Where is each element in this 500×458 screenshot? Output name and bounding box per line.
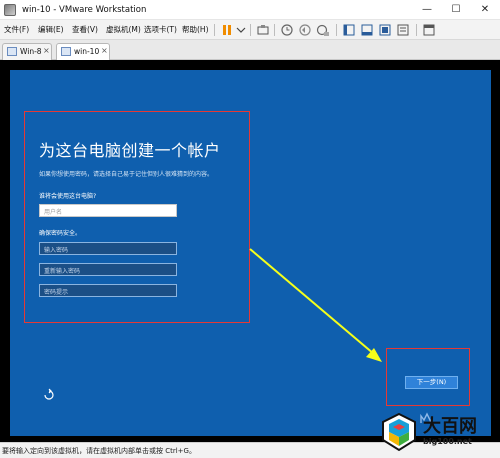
- maximize-button[interactable]: ☐: [441, 0, 471, 20]
- sidebar-icon[interactable]: [342, 23, 356, 37]
- tab-close-icon[interactable]: ×: [101, 46, 108, 55]
- toolbar-separator: [416, 24, 417, 36]
- watermark-logo-icon: [382, 412, 416, 452]
- vm-display-frame[interactable]: 为这台电脑创建一个帐户 如果你想使用密码，请选择自己易于记住但别人很难猜到的内容…: [0, 60, 500, 442]
- console-view-icon[interactable]: [422, 23, 436, 37]
- snapshot-icon[interactable]: [280, 23, 294, 37]
- vmware-app-icon: [4, 4, 16, 16]
- window-title: win-10 - VMware Workstation: [22, 5, 147, 15]
- next-button-highlight: 下一步(N): [386, 348, 470, 406]
- fullscreen-icon[interactable]: [378, 23, 392, 37]
- vm-icon: [61, 47, 71, 56]
- tab-label: Win-8: [20, 47, 42, 56]
- ease-of-access-icon[interactable]: [42, 388, 56, 402]
- toolbar-separator: [214, 24, 215, 36]
- revert-snapshot-icon[interactable]: [298, 23, 312, 37]
- vm-screen[interactable]: 为这台电脑创建一个帐户 如果你想使用密码，请选择自己易于记住但别人很难猜到的内容…: [10, 70, 491, 436]
- vm-icon: [7, 47, 17, 56]
- tab-bar: Win-8 × win-10 ×: [0, 40, 500, 60]
- watermark-url: big100.net: [423, 437, 472, 446]
- menu-vm[interactable]: 虚拟机(M): [106, 24, 141, 35]
- toolbar-separator: [274, 24, 275, 36]
- pause-icon[interactable]: [220, 23, 234, 37]
- menu-file[interactable]: 文件(F): [4, 24, 29, 35]
- menu-tabs[interactable]: 选项卡(T): [144, 24, 177, 35]
- watermark-title: 大百网: [423, 416, 477, 437]
- next-button[interactable]: 下一步(N): [405, 376, 458, 389]
- toolbar-separator: [250, 24, 251, 36]
- send-keys-icon[interactable]: [256, 23, 270, 37]
- tab-win-8[interactable]: Win-8 ×: [2, 43, 52, 60]
- menu-edit[interactable]: 编辑(E): [38, 24, 64, 35]
- tab-win-10[interactable]: win-10 ×: [56, 43, 110, 60]
- site-watermark: 大百网 big100.net: [379, 410, 497, 456]
- thumbnail-icon[interactable]: [360, 23, 374, 37]
- window-titlebar: win-10 - VMware Workstation — ☐ ✕: [0, 0, 500, 20]
- tab-label: win-10: [74, 47, 100, 56]
- unity-icon[interactable]: [396, 23, 410, 37]
- snapshot-manager-icon[interactable]: [316, 23, 330, 37]
- tab-close-icon[interactable]: ×: [43, 46, 50, 55]
- menu-bar: 文件(F) 编辑(E) 查看(V) 虚拟机(M) 选项卡(T) 帮助(H): [0, 20, 500, 40]
- status-message: 要将输入定向到该虚拟机，请在虚拟机内部单击或按 Ctrl+G。: [2, 447, 196, 455]
- menu-help[interactable]: 帮助(H): [182, 24, 209, 35]
- minimize-button[interactable]: —: [412, 0, 442, 20]
- menu-view[interactable]: 查看(V): [72, 24, 98, 35]
- close-button[interactable]: ✕: [470, 0, 500, 20]
- pause-dropdown-icon[interactable]: [234, 23, 248, 37]
- toolbar-separator: [336, 24, 337, 36]
